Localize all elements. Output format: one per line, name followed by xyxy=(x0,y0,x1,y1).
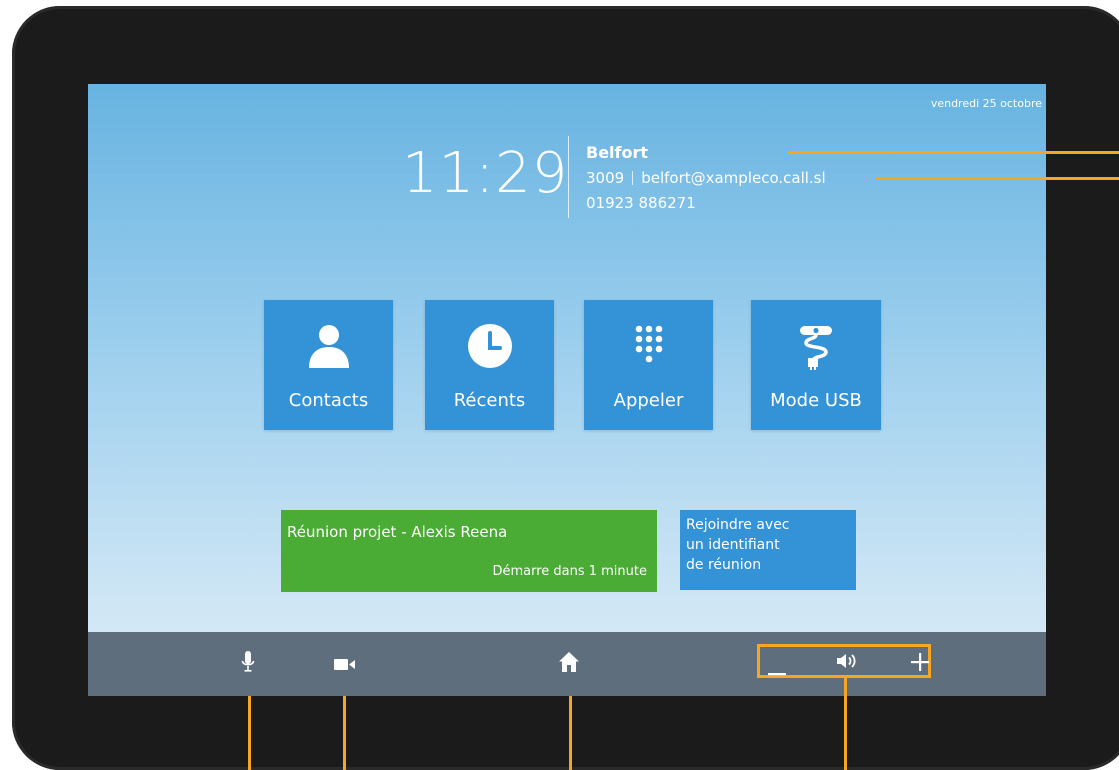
join-button-label: Rejoindre avec un identifiant de réunion xyxy=(686,517,790,573)
contacts-tile[interactable]: Contacts xyxy=(264,300,393,430)
device-extension: 3009 xyxy=(586,169,625,187)
upcoming-meeting-card[interactable]: Réunion projet - Alexis Reena Démarre da… xyxy=(281,510,657,592)
meeting-title: Réunion projet - Alexis Reena xyxy=(287,523,508,541)
callout-line-home xyxy=(569,696,572,770)
touch-screen: vendredi 25 octobre 11:29 Belfort 3009 be… xyxy=(88,84,1046,696)
microphone-icon[interactable] xyxy=(241,650,255,678)
device-email: belfort@xampleco.call.sl xyxy=(641,169,826,187)
clock-divider xyxy=(568,136,569,218)
meeting-start-status: Démarre dans 1 minute xyxy=(492,564,647,579)
callout-line-microphone xyxy=(248,696,251,770)
dial-tile-label: Appeler xyxy=(613,390,684,411)
volume-controls xyxy=(757,644,931,678)
usb-mode-tile-label: Mode USB xyxy=(770,390,862,411)
usb-camera-icon xyxy=(751,322,881,370)
callout-line-name xyxy=(788,151,1119,154)
date-label: vendredi 25 octobre xyxy=(930,97,1042,110)
callout-line-volume xyxy=(844,678,847,770)
camera-icon[interactable] xyxy=(333,656,357,675)
home-icon[interactable] xyxy=(558,651,580,677)
keypad-icon xyxy=(584,322,713,370)
recents-tile[interactable]: Récents xyxy=(425,300,554,430)
speaker-icon xyxy=(836,652,858,674)
device-phone: 01923 886271 xyxy=(586,194,696,212)
callout-line-contact xyxy=(876,177,1119,180)
person-icon xyxy=(264,322,393,370)
device-contact-line: 3009 belfort@xampleco.call.sl xyxy=(586,169,826,187)
bottom-control-bar xyxy=(88,632,1046,696)
volume-down-icon[interactable] xyxy=(768,661,786,680)
join-with-meeting-id-button[interactable]: Rejoindre avec un identifiant de réunion xyxy=(680,510,856,590)
device-name: Belfort xyxy=(586,143,649,162)
recents-tile-label: Récents xyxy=(453,390,526,411)
callout-line-camera xyxy=(343,696,346,770)
separator xyxy=(632,171,634,185)
contacts-tile-label: Contacts xyxy=(288,390,369,411)
usb-mode-tile[interactable]: Mode USB xyxy=(751,300,881,430)
dial-tile[interactable]: Appeler xyxy=(584,300,713,430)
clock-icon xyxy=(425,322,554,370)
clock: 11:29 xyxy=(402,141,569,206)
volume-up-icon[interactable] xyxy=(911,653,929,675)
